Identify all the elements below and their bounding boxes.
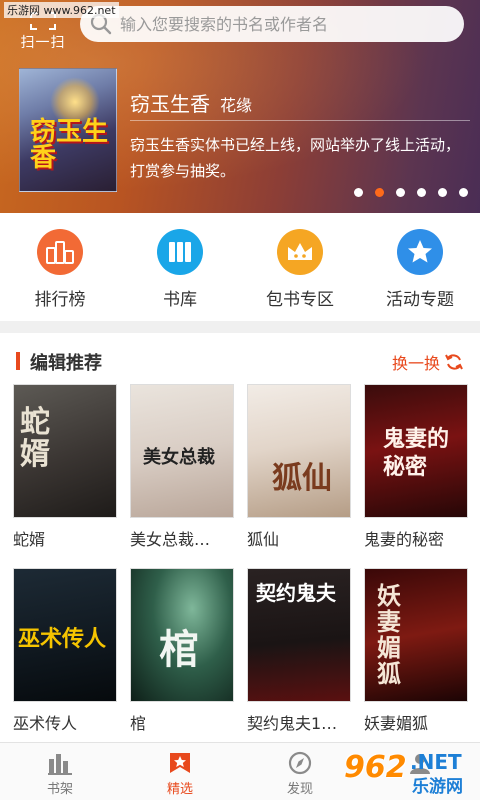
carousel-dot[interactable] [396,188,405,197]
section-title: 编辑推荐 [30,353,102,374]
category-label: 书库 [163,290,197,310]
search-bar[interactable] [80,6,464,42]
star-activity-icon [397,229,443,275]
featured-cover-title: 窃玉生香 [30,117,109,173]
nav-bookshelf[interactable]: 书架 [0,743,120,800]
search-input[interactable] [120,14,450,34]
book-title: 鬼妻的秘密 [364,530,445,549]
refresh-label: 换一换 [391,354,440,373]
category-label: 排行榜 [34,290,86,310]
refresh-icon [445,354,463,370]
book-cover: 狐仙 [247,384,351,518]
book-title: 妖妻媚狐 [364,714,429,733]
book-cover: 契约鬼夫 [247,568,351,702]
crown-icon [277,229,323,275]
book-cover: 蛇婿 [13,384,117,518]
book-cover: 妖妻媚狐 [364,568,468,702]
featured-book-cover[interactable]: 窃玉生香 [19,68,117,192]
book-item[interactable]: 巫术传人 巫术传人 [13,568,117,734]
book-item[interactable]: 蛇婿 蛇婿 [13,384,117,550]
category-label: 活动专题 [386,290,454,310]
book-item[interactable]: 鬼妻的秘密 鬼妻的秘密 [364,384,468,550]
category-library[interactable]: 书库 [120,213,240,321]
scan-label: 扫一扫 [20,35,66,51]
carousel-dot[interactable] [438,188,447,197]
featured-banner[interactable]: 乐游网 www.962.net 扫一扫 窃玉生香 窃玉生香 花缘 窃玉生香实体书… [0,0,480,213]
book-item[interactable]: 契约鬼夫 契约鬼夫1… [247,568,351,734]
nav-discover[interactable]: 发现 [240,743,360,800]
book-title: 蛇婿 [13,530,46,549]
site-logo-watermark: 962 .NET 乐游网 [344,750,463,797]
book-cover: 鬼妻的秘密 [364,384,468,518]
discover-icon [288,751,312,775]
editor-picks-header: 编辑推荐 换一换 [0,333,480,383]
section-gap [0,321,480,333]
nav-label: 书架 [46,782,73,797]
category-ranking[interactable]: 排行榜 [0,213,120,321]
book-cover: 美女总裁 [130,384,234,518]
book-item[interactable]: 妖妻媚狐 妖妻媚狐 [364,568,468,734]
featured-author: 花缘 [220,96,253,115]
nav-label: 发现 [286,782,313,797]
carousel-dot[interactable] [354,188,363,197]
book-title: 狐仙 [247,530,280,549]
book-title: 美女总裁… [130,530,211,549]
category-label: 包书专区 [266,290,334,310]
nav-featured[interactable]: 精选 [120,743,240,800]
featured-icon [170,753,190,773]
book-item[interactable]: 狐仙 狐仙 [247,384,351,550]
section-accent [16,352,20,370]
category-activity[interactable]: 活动专题 [360,213,480,321]
featured-description: 窃玉生香实体书已经上线，网站举办了线上活动，打赏参与抽奖。 [130,136,461,180]
category-package[interactable]: 包书专区 [240,213,360,321]
bookshelf-icon [48,754,72,775]
library-icon [157,229,203,275]
book-cover: 巫术传人 [13,568,117,702]
scan-button[interactable]: 扫一扫 [14,12,72,52]
carousel-dot[interactable] [459,188,468,197]
carousel-dot[interactable] [375,188,384,197]
divider [130,120,470,121]
carousel-indicator [354,188,468,197]
nav-label: 精选 [166,782,193,797]
carousel-dot[interactable] [417,188,426,197]
ranking-icon [37,229,83,275]
book-title: 棺 [130,714,147,733]
category-row: 排行榜 书库 包书专区 活动专题 [0,213,480,321]
book-item[interactable]: 美女总裁 美女总裁… [130,384,234,550]
book-title: 巫术传人 [13,714,78,733]
book-item[interactable]: 棺 棺 [130,568,234,734]
book-cover: 棺 [130,568,234,702]
book-title: 契约鬼夫1… [247,714,338,733]
featured-title[interactable]: 窃玉生香 [130,88,210,117]
watermark: 乐游网 www.962.net [4,2,119,18]
refresh-button[interactable]: 换一换 [392,350,464,374]
